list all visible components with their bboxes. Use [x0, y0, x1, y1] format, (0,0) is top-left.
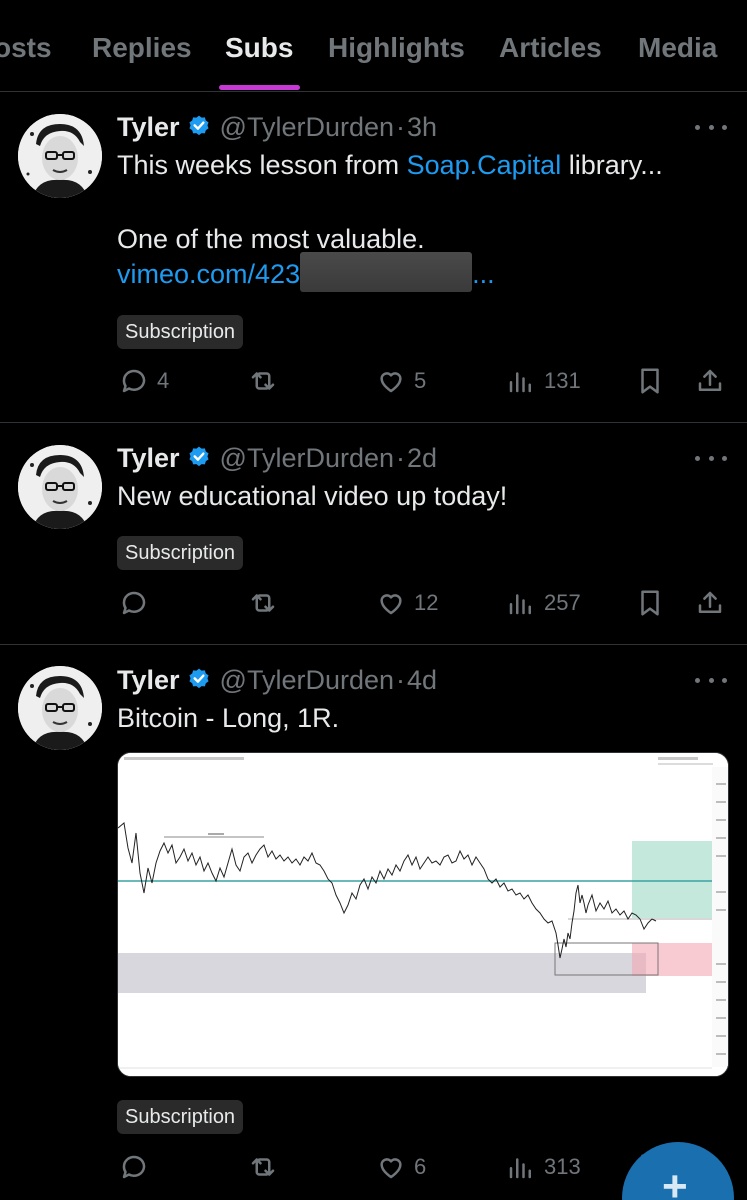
- author-name[interactable]: Tyler: [117, 665, 180, 696]
- reply-button[interactable]: [119, 1149, 149, 1185]
- post-text-prefix: This weeks lesson from: [117, 150, 407, 180]
- tab-subs[interactable]: Subs: [225, 32, 293, 64]
- avatar[interactable]: [18, 666, 102, 750]
- post-media-chart-image[interactable]: [117, 752, 729, 1077]
- mention-link[interactable]: Soap.Capital: [407, 150, 562, 180]
- reply-count: 4: [157, 368, 170, 393]
- post-text-suffix: library...: [561, 150, 663, 180]
- bookmark-icon: [641, 590, 659, 616]
- views-count: 313: [544, 1154, 581, 1179]
- reply-icon: [122, 369, 146, 393]
- like-icon: [380, 372, 402, 393]
- views-button[interactable]: 257: [506, 585, 581, 621]
- share-button[interactable]: [695, 363, 725, 399]
- verified-badge-icon: [188, 446, 209, 467]
- repost-button[interactable]: [248, 1149, 278, 1185]
- post-link[interactable]: vimeo.com/423...: [117, 251, 495, 292]
- more-icon[interactable]: [695, 121, 727, 133]
- like-count: 5: [414, 368, 427, 393]
- post-header: Tyler @TylerDurden · 2d: [117, 440, 437, 476]
- views-icon: [509, 594, 531, 615]
- post-text: Bitcoin - Long, 1R.: [117, 703, 340, 733]
- subscription-badge: Subscription: [117, 536, 244, 570]
- reply-button[interactable]: 4: [119, 363, 169, 399]
- tab-articles[interactable]: Articles: [499, 32, 602, 64]
- reply-icon: [122, 1155, 146, 1179]
- post[interactable]: Tyler @TylerDurden · 3h This weeks lesso…: [0, 92, 747, 423]
- post-time[interactable]: 3h: [407, 112, 437, 143]
- post[interactable]: Tyler @TylerDurden · 2d New educational …: [0, 423, 747, 645]
- share-icon: [698, 591, 722, 613]
- views-button[interactable]: 313: [506, 1149, 581, 1185]
- separator-dot: ·: [396, 442, 406, 473]
- retweet-icon: [251, 372, 275, 390]
- active-tab-indicator: [219, 85, 300, 90]
- post-header: Tyler @TylerDurden · 3h: [117, 109, 437, 145]
- author-handle[interactable]: @TylerDurden: [220, 443, 394, 474]
- tab-media[interactable]: Media: [638, 32, 717, 64]
- compose-plus-icon: +: [662, 1162, 688, 1200]
- tab-posts[interactable]: osts: [0, 32, 52, 64]
- author-handle[interactable]: @TylerDurden: [220, 665, 394, 696]
- like-button[interactable]: 12: [376, 585, 438, 621]
- tab-replies[interactable]: Replies: [92, 32, 192, 64]
- author-name[interactable]: Tyler: [117, 112, 180, 143]
- subscription-badge: Subscription: [117, 315, 244, 349]
- bookmark-button[interactable]: [635, 585, 665, 621]
- avatar[interactable]: [18, 445, 102, 529]
- post-header: Tyler @TylerDurden · 4d: [117, 662, 437, 698]
- views-count: 131: [544, 368, 581, 393]
- views-icon: [509, 372, 531, 393]
- retweet-icon: [251, 594, 275, 612]
- views-icon: [509, 1158, 531, 1179]
- like-button[interactable]: 6: [376, 1149, 426, 1185]
- price-chart: [118, 753, 728, 1076]
- avatar[interactable]: [18, 114, 102, 198]
- share-button[interactable]: [695, 585, 725, 621]
- more-icon[interactable]: [695, 452, 727, 464]
- views-button[interactable]: 131: [506, 363, 581, 399]
- post-text: New educational video up today!: [117, 481, 508, 511]
- reply-icon: [122, 591, 146, 615]
- share-icon: [698, 369, 722, 391]
- reply-button[interactable]: [119, 585, 149, 621]
- verified-badge-icon: [188, 115, 209, 136]
- verified-badge-icon: [188, 668, 209, 689]
- separator-dot: ·: [396, 664, 406, 695]
- repost-button[interactable]: [248, 363, 278, 399]
- bookmark-icon: [641, 368, 659, 394]
- repost-button[interactable]: [248, 585, 278, 621]
- author-handle[interactable]: @TylerDurden: [220, 112, 394, 143]
- redacted-block: [300, 251, 473, 292]
- tab-highlights[interactable]: Highlights: [328, 32, 465, 64]
- post-text-line2: One of the most valuable.: [117, 224, 425, 254]
- profile-tabs: osts Replies Subs Highlights Articles Me…: [0, 0, 747, 92]
- like-icon: [380, 594, 402, 615]
- post-actions: 12 257: [0, 585, 747, 621]
- post-time[interactable]: 2d: [407, 443, 437, 474]
- post-actions: 4 5 131: [0, 363, 747, 399]
- post-time[interactable]: 4d: [407, 665, 437, 696]
- video-link[interactable]: vimeo.com/423: [117, 259, 300, 289]
- like-count: 6: [414, 1154, 427, 1179]
- like-icon: [380, 1158, 402, 1179]
- retweet-icon: [251, 1158, 275, 1176]
- subscription-badge: Subscription: [117, 1100, 244, 1134]
- link-ellipsis[interactable]: ...: [472, 259, 495, 289]
- views-count: 257: [544, 590, 581, 615]
- bookmark-button[interactable]: [635, 363, 665, 399]
- author-name[interactable]: Tyler: [117, 443, 180, 474]
- like-count: 12: [414, 590, 439, 615]
- separator-dot: ·: [396, 111, 406, 142]
- post-text: This weeks lesson from Soap.Capital libr…: [117, 150, 663, 181]
- like-button[interactable]: 5: [376, 363, 426, 399]
- more-icon[interactable]: [695, 674, 727, 686]
